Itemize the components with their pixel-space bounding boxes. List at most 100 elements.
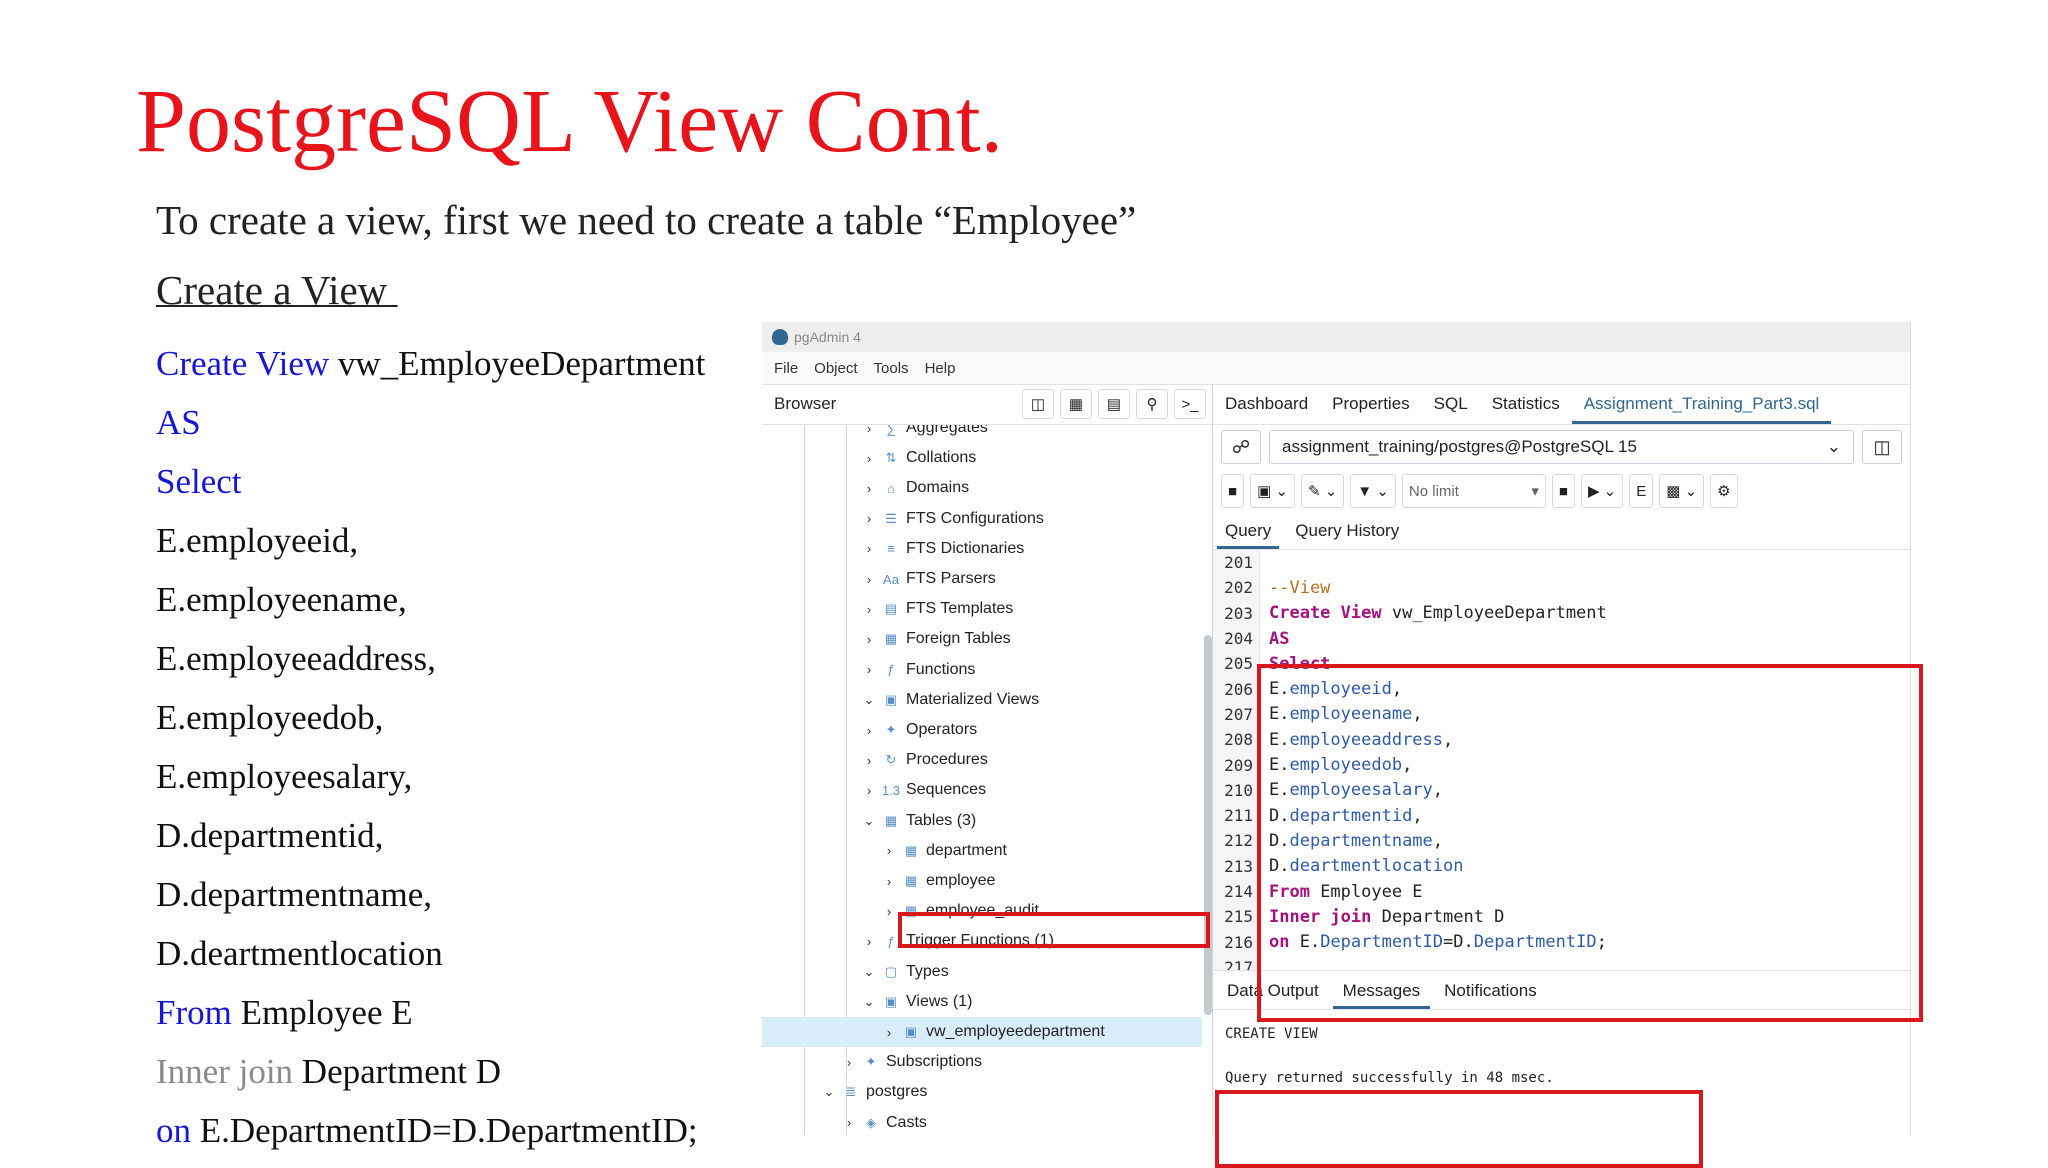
tree-item[interactable]: › Aa FTS Parsers (762, 564, 1202, 594)
tab-dashboard[interactable]: Dashboard (1213, 394, 1320, 424)
chevron-down-icon[interactable]: ⌄ (860, 813, 878, 829)
tab-assignment-training-part3-sql[interactable]: Assignment_Training_Part3.sql (1571, 394, 1832, 424)
code-text: E.employeesalary, (156, 757, 413, 796)
table-view-icon[interactable]: ▦ (1060, 389, 1092, 419)
chevron-down-icon[interactable]: ⌄ (820, 1084, 838, 1100)
tree-item[interactable]: › ↻ Procedures (762, 745, 1202, 775)
line-number: 204 (1224, 629, 1253, 649)
tree-scrollbar[interactable] (1204, 635, 1212, 1015)
chevron-right-icon[interactable]: › (860, 572, 878, 587)
tree-item-label: Foreign Tables (906, 630, 1011, 648)
chevron-right-icon[interactable]: › (860, 632, 878, 647)
chevron-right-icon[interactable]: › (860, 753, 878, 768)
browser-header: Browser ◫ ▦ ▤ ⚲ >_ (762, 384, 1212, 425)
tree-item[interactable]: ⌄ ≣ postgres (762, 1077, 1202, 1107)
stop-icon[interactable]: ■ (1551, 474, 1575, 508)
menu-item-help[interactable]: Help (925, 360, 956, 377)
tree-item[interactable]: ⌄ ▦ Tables (3) (762, 806, 1202, 836)
fts-dict-icon: ≡ (887, 541, 895, 557)
search-icon[interactable]: ⚲ (1136, 389, 1168, 419)
slide-subtitle: To create a view, first we need to creat… (156, 197, 1137, 243)
chevron-right-icon[interactable]: › (880, 904, 898, 919)
chevron-right-icon[interactable]: › (860, 602, 878, 617)
window-titlebar: pgAdmin 4 (762, 322, 1910, 352)
chevron-right-icon[interactable]: › (860, 783, 878, 798)
mview-icon: ▣ (884, 691, 898, 707)
chevron-right-icon[interactable]: › (860, 541, 878, 556)
tab-sql[interactable]: SQL (1422, 394, 1480, 424)
tab-properties[interactable]: Properties (1320, 394, 1421, 424)
chevron-right-icon[interactable]: › (860, 934, 878, 949)
chevron-right-icon[interactable]: › (860, 481, 878, 496)
chevron-right-icon[interactable]: › (880, 874, 898, 889)
code-line: Select (156, 452, 705, 511)
menu-item-file[interactable]: File (774, 360, 798, 377)
line-number: 208 (1224, 730, 1253, 750)
filter-icon[interactable]: ▼ ⌄ (1350, 474, 1396, 508)
explain-analyze-icon[interactable]: ▩ ⌄ (1659, 474, 1705, 508)
object-explorer-icon[interactable]: ◫ (1022, 389, 1054, 419)
database-icon[interactable]: ◫ (1862, 430, 1902, 464)
table-icon: ▦ (904, 873, 918, 888)
browser-panel: Browser ◫ ▦ ▤ ⚲ >_ › ∑ Aggregates › ⇅ Collati… (762, 384, 1213, 1136)
commit-icon[interactable]: ⚙ (1710, 474, 1738, 508)
object-tree: › ∑ Aggregates › ⇅ Collations › ⌂ Domains › ☰ FTS C… (762, 425, 1212, 1135)
code-line: E.employeeaddress, (156, 629, 705, 688)
tree-item[interactable]: › ▤ FTS Templates (762, 594, 1202, 624)
tree-item[interactable]: › ≡ FTS Dictionaries (762, 534, 1202, 564)
menu-item-object[interactable]: Object (814, 360, 857, 377)
menu-item-tools[interactable]: Tools (874, 360, 909, 377)
chevron-down-icon[interactable]: ⌄ (860, 692, 878, 708)
connection-select[interactable]: assignment_training/postgres@PostgreSQL … (1269, 430, 1854, 464)
tree-item[interactable]: ⌄ ▣ Views (1) (762, 987, 1202, 1017)
chevron-right-icon[interactable]: › (860, 662, 878, 677)
tree-item[interactable]: ⌄ ▢ Types (762, 957, 1202, 987)
tree-item[interactable]: › ◈ Casts (762, 1108, 1202, 1135)
limit-select[interactable]: No limit ▾ (1401, 474, 1546, 508)
code-keyword: Create View (156, 344, 330, 383)
chevron-right-icon[interactable]: › (860, 511, 878, 526)
execute-icon[interactable]: ▶ ⌄ (1580, 474, 1624, 508)
tab-statistics[interactable]: Statistics (1480, 394, 1572, 424)
tree-item-label: Domains (906, 479, 970, 497)
code-line: From Employee E (156, 983, 705, 1042)
connection-status-icon[interactable]: ☍ (1221, 430, 1261, 464)
tree-item[interactable]: › ☰ FTS Configurations (762, 504, 1202, 534)
chevron-right-icon[interactable]: › (880, 1025, 898, 1040)
tree-item[interactable]: › ▦ employee (762, 866, 1202, 896)
line-number: 202 (1224, 578, 1253, 598)
chevron-right-icon[interactable]: › (860, 451, 878, 466)
filter-table-icon[interactable]: ▤ (1098, 389, 1130, 419)
tree-item[interactable]: › ⌂ Domains (762, 473, 1202, 503)
tree-item[interactable]: › ✦ Subscriptions (762, 1047, 1202, 1077)
tab-query[interactable]: Query (1217, 521, 1280, 549)
code-line: E.employeeid, (156, 511, 705, 570)
tree-item[interactable]: › ▦ Foreign Tables (762, 624, 1202, 654)
tree-item[interactable]: › ⇅ Collations (762, 443, 1202, 473)
open-file-icon[interactable]: ■ (1221, 474, 1245, 508)
tree-item[interactable]: › ∑ Aggregates (762, 425, 1202, 443)
tree-item[interactable]: › ▣ vw_employeedepartment (762, 1017, 1202, 1047)
tree-item[interactable]: › ✦ Operators (762, 715, 1202, 745)
chevron-right-icon[interactable]: › (860, 723, 878, 738)
tree-item[interactable]: › ƒ Functions (762, 655, 1202, 685)
save-file-icon[interactable]: ▣ ⌄ (1250, 474, 1295, 508)
edit-icon[interactable]: ✎ ⌄ (1300, 474, 1345, 508)
tree-item[interactable]: › 1.3 Sequences (762, 775, 1202, 805)
tree-item-label: Casts (886, 1113, 927, 1131)
tree-item-label: Operators (906, 721, 978, 738)
tables-icon: ▦ (884, 812, 898, 828)
tree-item[interactable]: › ▦ department (762, 836, 1202, 866)
tab-query-history[interactable]: Query History (1287, 521, 1407, 549)
chevron-down-icon[interactable]: ⌄ (860, 994, 878, 1010)
chevron-right-icon[interactable]: › (860, 425, 878, 436)
cast-icon: ◈ (866, 1114, 876, 1130)
query-toolbar: ■ ▣ ⌄ ✎ ⌄ ▼ ⌄ No limit ▾ ■ ▶ ⌄ E ▩ ⌄ ⚙ (1213, 469, 1910, 513)
explain-icon[interactable]: E (1629, 474, 1654, 508)
chevron-right-icon[interactable]: › (840, 1055, 858, 1070)
psql-tool-icon[interactable]: >_ (1174, 389, 1206, 419)
tree-item[interactable]: ⌄ ▣ Materialized Views (762, 685, 1202, 715)
chevron-down-icon[interactable]: ⌄ (860, 964, 878, 980)
chevron-right-icon[interactable]: › (840, 1115, 858, 1130)
chevron-right-icon[interactable]: › (880, 843, 898, 858)
